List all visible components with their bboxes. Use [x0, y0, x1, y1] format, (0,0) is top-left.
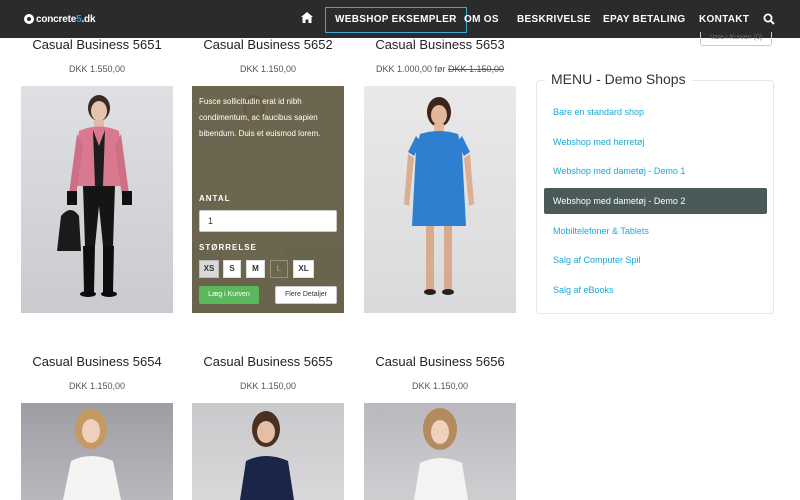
menu-item-dametoj-demo-1[interactable]: Webshop med dametøj - Demo 1: [544, 158, 767, 184]
model-photo: [240, 411, 294, 500]
size-l-button: L: [270, 260, 288, 278]
product-price: DKK 1.000,00 før DKK 1.150,00: [375, 64, 505, 74]
size-m-button[interactable]: M: [246, 260, 265, 278]
nav-kontakt[interactable]: KONTAKT: [699, 7, 749, 33]
product-description: Fusce sollicitudin erat id nibh condimen…: [199, 97, 321, 138]
menu-item-herretoj[interactable]: Webshop med herretøj: [544, 129, 767, 155]
nav-webshop-eksempler[interactable]: WEBSHOP EKSEMPLER: [325, 7, 467, 33]
product-price: DKK 1.150,00: [68, 381, 126, 391]
product-title[interactable]: Casual Business 5654: [21, 354, 173, 369]
product-image[interactable]: [364, 403, 516, 500]
nav-epay-betaling[interactable]: EPAY BETALING: [603, 7, 685, 33]
nav-om-os[interactable]: OM OS: [464, 7, 499, 33]
menu-title: MENU - Demo Shops: [545, 71, 692, 87]
product-title[interactable]: Casual Business 5651: [21, 37, 173, 52]
nav-beskrivelse[interactable]: BESKRIVELSE: [517, 7, 591, 33]
product-price: DKK 1.150,00: [239, 381, 297, 391]
top-navbar: concrete5.dk WEBSHOP EKSEMPLER OM OS BES…: [0, 0, 800, 38]
product-price: DKK 1.150,00: [411, 381, 469, 391]
model-photo: [414, 408, 468, 500]
home-icon[interactable]: [300, 12, 314, 26]
menu-item-mobiltelefoner[interactable]: Mobiltelefoner & Tablets: [544, 218, 767, 244]
more-details-button[interactable]: Flere Detaljer: [275, 286, 337, 304]
product-image[interactable]: [21, 403, 173, 500]
logo-mark-icon: [24, 14, 34, 24]
product-title[interactable]: Casual Business 5652: [192, 37, 344, 52]
product-price: DKK 1.550,00: [68, 64, 126, 74]
product-title[interactable]: Casual Business 5655: [192, 354, 344, 369]
product-image[interactable]: [364, 86, 516, 313]
size-xl-button[interactable]: XL: [293, 260, 314, 278]
model-photo: [404, 97, 474, 295]
old-price: DKK 1.150,00: [448, 64, 505, 74]
menu-item-ebooks[interactable]: Salg af eBooks: [544, 277, 767, 303]
size-label: STØRRELSE: [199, 243, 257, 252]
size-s-button[interactable]: S: [223, 260, 241, 278]
menu-item-standard-shop[interactable]: Bare en standard shop: [544, 99, 767, 125]
cart-button[interactable]: Vare i Kurven (0): [700, 32, 772, 46]
site-logo[interactable]: concrete5.dk: [24, 12, 96, 26]
model-photo: [57, 95, 132, 297]
add-to-cart-button[interactable]: Læg i Kurven: [199, 286, 259, 304]
menu-item-computer-spil[interactable]: Salg af Computer Spil: [544, 247, 767, 273]
product-price: DKK 1.150,00: [239, 64, 297, 74]
product-image[interactable]: [192, 403, 344, 500]
search-icon[interactable]: [763, 12, 777, 26]
size-xs-button[interactable]: XS: [199, 260, 219, 278]
product-image[interactable]: [21, 86, 173, 313]
model-photo: [63, 409, 121, 500]
menu-item-dametoj-demo-2[interactable]: Webshop med dametøj - Demo 2: [544, 188, 767, 214]
product-title[interactable]: Casual Business 5656: [364, 354, 516, 369]
quantity-label: ANTAL: [199, 194, 231, 203]
logo-text: concrete5.dk: [36, 13, 96, 25]
quick-buy-overlay: Fusce sollicitudin erat id nibh condimen…: [192, 86, 344, 313]
product-title[interactable]: Casual Business 5653: [364, 37, 516, 52]
quantity-input[interactable]: 1: [199, 210, 337, 232]
